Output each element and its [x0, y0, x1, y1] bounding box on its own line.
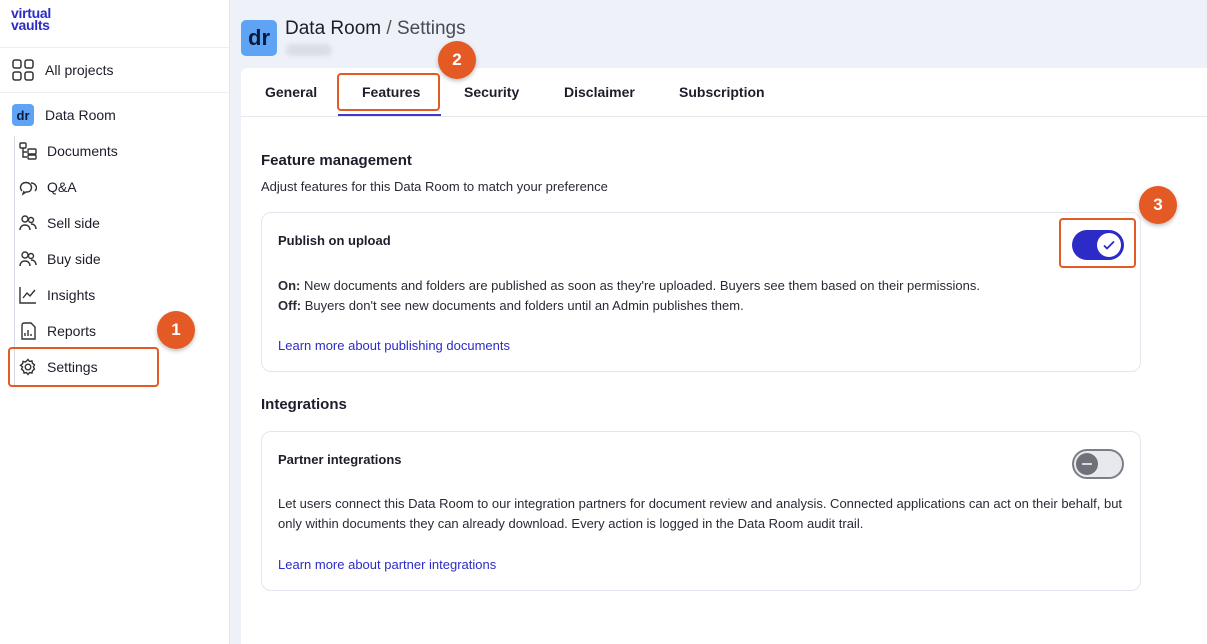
settings-panel: General Features Security Disclaimer Sub…: [241, 68, 1207, 644]
sidebar-item-label: Documents: [47, 143, 118, 159]
users-icon: [18, 212, 38, 234]
partner-integrations-toggle[interactable]: [1072, 449, 1124, 479]
highlight-publish-toggle: [1059, 218, 1136, 268]
sidebar-item-label: Buy side: [47, 251, 101, 267]
step-badge-1: 1: [157, 311, 195, 349]
minus-icon: [1082, 463, 1092, 465]
sidebar-item-all-projects[interactable]: All projects: [12, 54, 113, 86]
sidebar-item-buy-side[interactable]: Buy side: [18, 243, 101, 275]
breadcrumb-separator: /: [386, 18, 392, 39]
sidebar-item-label: All projects: [45, 62, 114, 78]
tab-general[interactable]: General: [265, 84, 317, 100]
breadcrumb-project[interactable]: Data Room: [285, 18, 381, 39]
project-badge: dr: [241, 20, 277, 56]
learn-more-publishing-link[interactable]: Learn more about publishing documents: [278, 338, 510, 353]
sidebar-item-qa[interactable]: Q&A: [18, 171, 77, 203]
blurred-subtitle: [286, 44, 332, 56]
sidebar-item-label: Reports: [47, 323, 97, 339]
project-badge-wrap: dr: [12, 104, 34, 126]
active-tab-indicator: [338, 114, 441, 116]
sidebar-item-insights[interactable]: Insights: [18, 279, 95, 311]
chat-bubbles-icon: [18, 176, 38, 198]
virtual-vaults-logo[interactable]: virtual vaults: [11, 6, 51, 33]
sidebar-item-data-room[interactable]: dr Data Room: [12, 99, 116, 131]
card-description: On: New documents and folders are publis…: [278, 276, 1128, 316]
card-title: Partner integrations: [278, 452, 402, 467]
page-title: Settings: [396, 18, 466, 39]
on-line: On: New documents and folders are publis…: [278, 276, 1128, 296]
card-title: Publish on upload: [278, 233, 391, 248]
breadcrumb: Data Room / Settings: [285, 18, 466, 40]
grid-icon: [12, 59, 34, 81]
sidebar-divider: [0, 92, 229, 93]
sidebar-item-label: Insights: [47, 287, 96, 303]
off-text: Buyers don't see new documents and folde…: [301, 298, 744, 313]
section-title-feature-management: Feature management: [261, 152, 412, 169]
on-label: On:: [278, 278, 301, 293]
tab-security[interactable]: Security: [464, 84, 519, 100]
sidebar-divider: [0, 47, 229, 48]
sidebar-item-documents[interactable]: Documents: [18, 135, 118, 167]
off-line: Off: Buyers don't see new documents and …: [278, 296, 1128, 316]
sidebar-item-sell-side[interactable]: Sell side: [18, 207, 100, 239]
learn-more-integrations-link[interactable]: Learn more about partner integrations: [278, 557, 496, 572]
users-icon: [18, 248, 38, 270]
step-badge-3: 3: [1139, 186, 1177, 224]
card-description: Let users connect this Data Room to our …: [278, 496, 1123, 531]
section-description: Adjust features for this Data Room to ma…: [261, 179, 608, 194]
off-label: Off:: [278, 298, 302, 313]
sidebar-item-label: Data Room: [45, 107, 116, 123]
sidebar-item-label: Sell side: [47, 215, 100, 231]
toggle-knob: [1076, 453, 1098, 475]
highlight-settings: [8, 347, 159, 387]
tab-disclaimer[interactable]: Disclaimer: [564, 84, 635, 100]
tab-subscription[interactable]: Subscription: [679, 84, 765, 100]
folder-tree-icon: [18, 140, 38, 162]
step-badge-2: 2: [438, 41, 476, 79]
section-title-integrations: Integrations: [261, 396, 347, 413]
report-icon: [18, 320, 38, 342]
logo-line-2: vaults: [11, 17, 50, 33]
project-badge: dr: [12, 104, 34, 126]
page-header: dr Data Room / Settings: [230, 0, 1207, 68]
on-text: New documents and folders are published …: [300, 278, 980, 293]
sidebar: virtual vaults All projects dr Data Room…: [0, 0, 230, 644]
publish-on-upload-card: Publish on upload On: New documents and …: [261, 212, 1141, 372]
partner-integrations-card: Partner integrations Let users connect t…: [261, 431, 1141, 591]
line-chart-icon: [18, 284, 38, 306]
highlight-features-tab: [337, 73, 440, 111]
sidebar-item-reports[interactable]: Reports: [18, 315, 96, 347]
sidebar-item-label: Q&A: [47, 179, 77, 195]
